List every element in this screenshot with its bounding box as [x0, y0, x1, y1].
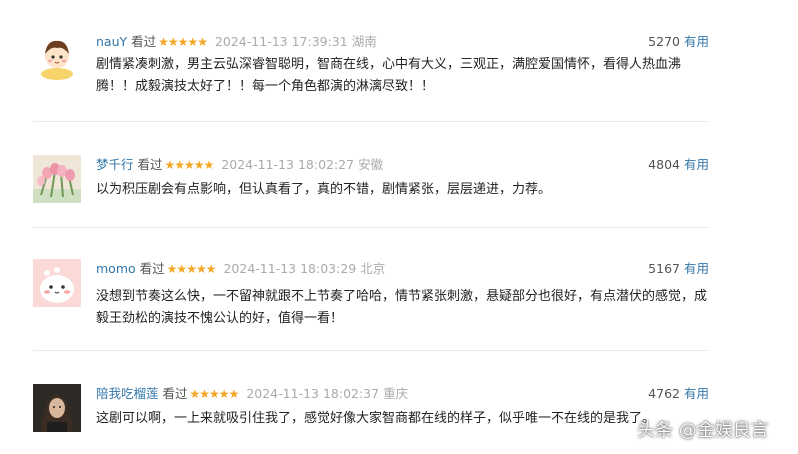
vote-count: 5270	[648, 34, 680, 49]
useful-vote-button[interactable]: 有用	[684, 261, 709, 276]
vote-count: 5167	[648, 261, 680, 276]
username-link[interactable]: nauY	[96, 34, 127, 49]
watched-status: 看过	[162, 386, 188, 401]
avatar[interactable]	[33, 32, 81, 80]
avatar[interactable]	[33, 155, 81, 203]
review-meta: 梦千行 看过 ★★★★★ 2024-11-13 18:02:27 安徽	[96, 155, 383, 175]
useful-vote-button[interactable]: 有用	[684, 386, 709, 401]
review-item: momo 看过 ★★★★★ 2024-11-13 18:03:29 北京 5167 有用 …	[33, 259, 709, 339]
useful-vote-button[interactable]: 有用	[684, 34, 709, 49]
avatar-cute-blob-icon	[33, 259, 81, 307]
watched-status: 看过	[139, 261, 165, 276]
review-text: 剧情紧凑刺激，男主云弘深睿智聪明，智商在线，心中有大义，三观正，满腔爱国情怀，看…	[96, 57, 682, 94]
review-time: 2024-11-13 17:39:31	[214, 34, 348, 49]
useful-vote-button[interactable]: 有用	[684, 157, 709, 172]
vote-area: 4804 有用	[648, 155, 709, 175]
star-rating: ★★★★★	[189, 387, 240, 401]
username-link[interactable]: momo	[96, 261, 136, 276]
review-time: 2024-11-13 18:03:29	[223, 261, 357, 276]
review-time: 2024-11-13 18:02:27	[221, 157, 355, 172]
divider	[33, 350, 709, 351]
review-location: 安徽	[358, 157, 384, 172]
review-item: 陪我吃榴莲 看过 ★★★★★ 2024-11-13 18:02:37 重庆 4762 有用…	[33, 384, 709, 444]
watermark: 头条 @金娱良言	[637, 420, 769, 441]
review-text: 这剧可以啊，一上来就吸引住我了，感觉好像大家智商都在线的样子，似乎唯一不在线的是…	[96, 411, 656, 426]
vote-count: 4762	[648, 386, 680, 401]
review-location: 重庆	[383, 386, 409, 401]
vote-area: 5167 有用	[648, 259, 709, 279]
review-location: 北京	[360, 261, 386, 276]
review-text: 没想到节奏这么快，一不留神就跟不上节奏了哈哈，情节紧张刺激，悬疑部分也很好，有点…	[96, 289, 708, 326]
divider	[33, 121, 709, 122]
review-meta: 陪我吃榴莲 看过 ★★★★★ 2024-11-13 18:02:37 重庆	[96, 384, 408, 404]
review-item: 梦千行 看过 ★★★★★ 2024-11-13 18:02:27 安徽 4804 有用 以…	[33, 155, 709, 215]
avatar-flowers-icon	[33, 155, 81, 203]
vote-count: 4804	[648, 157, 680, 172]
review-meta: nauY 看过 ★★★★★ 2024-11-13 17:39:31 湖南	[96, 32, 377, 52]
avatar-cartoon-boy-icon	[33, 32, 81, 80]
watched-status: 看过	[137, 157, 163, 172]
vote-area: 5270 有用	[648, 32, 709, 52]
watched-status: 看过	[131, 34, 157, 49]
review-item: nauY 看过 ★★★★★ 2024-11-13 17:39:31 湖南 5270 有用 …	[33, 32, 709, 112]
review-time: 2024-11-13 18:02:37	[246, 386, 380, 401]
star-rating: ★★★★★	[164, 158, 215, 172]
review-text: 以为积压剧会有点影响，但认真看了，真的不错，剧情紧张，层层递进，力荐。	[96, 182, 552, 197]
review-meta: momo 看过 ★★★★★ 2024-11-13 18:03:29 北京	[96, 259, 385, 279]
divider	[33, 227, 709, 228]
avatar[interactable]	[33, 259, 81, 307]
review-location: 湖南	[351, 34, 377, 49]
username-link[interactable]: 陪我吃榴莲	[96, 386, 159, 401]
star-rating: ★★★★★	[158, 35, 208, 49]
star-rating: ★★★★★	[166, 262, 217, 276]
avatar[interactable]	[33, 384, 81, 432]
avatar-portrait-icon	[33, 384, 81, 432]
vote-area: 4762 有用	[648, 384, 709, 404]
username-link[interactable]: 梦千行	[96, 157, 134, 172]
